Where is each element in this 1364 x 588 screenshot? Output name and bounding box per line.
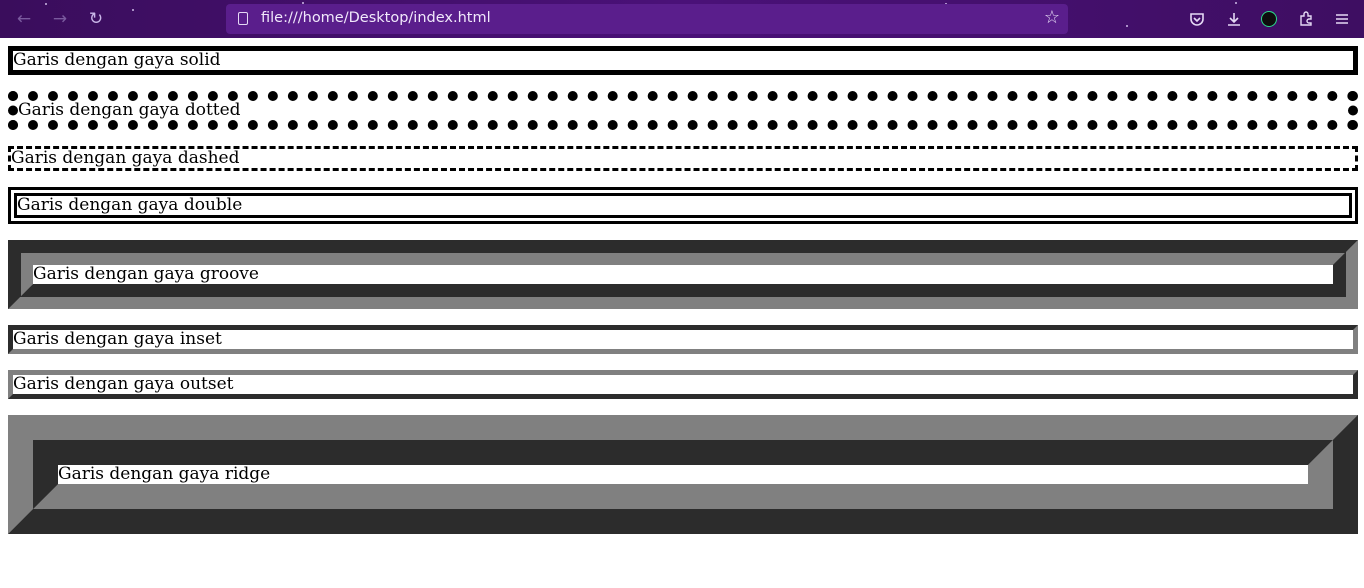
download-button[interactable] [1221, 6, 1247, 32]
extensions-button[interactable] [1293, 6, 1319, 32]
star-icon[interactable]: ☆ [1044, 7, 1060, 28]
double-border-line: Garis dengan gaya double [8, 187, 1358, 224]
forward-button[interactable]: → [47, 6, 73, 32]
dashed-border-line: Garis dengan gaya dashed [8, 146, 1358, 171]
extension-button[interactable] [1256, 6, 1282, 32]
outset-border-line: Garis dengan gaya outset [8, 370, 1358, 399]
groove-border-line: Garis dengan gaya groove [8, 240, 1358, 309]
extension-icon [1261, 11, 1277, 27]
download-icon [1228, 13, 1240, 26]
arrow-left-icon: ← [16, 9, 32, 29]
address-bar[interactable]: file:///home/Desktop/index.html ☆ [226, 4, 1068, 34]
back-button[interactable]: ← [11, 6, 37, 32]
page-icon [238, 12, 248, 25]
browser-toolbar: ← → ↻ file:///home/Desktop/index.html ☆ [0, 0, 1364, 38]
decorative-star [1126, 25, 1128, 27]
pocket-button[interactable] [1184, 6, 1210, 32]
reload-button[interactable]: ↻ [83, 6, 109, 32]
menu-button[interactable] [1329, 6, 1355, 32]
solid-border-line: Garis dengan gaya solid [8, 46, 1358, 75]
dotted-border-line: Garis dengan gaya dotted [8, 91, 1358, 130]
url-text[interactable]: file:///home/Desktop/index.html [261, 10, 491, 26]
ridge-border-line: Garis dengan gaya ridge [8, 415, 1358, 534]
decorative-star [45, 3, 47, 5]
arrow-right-icon: → [52, 9, 68, 29]
menu-icon [1336, 14, 1348, 24]
puzzle-icon [1300, 11, 1312, 26]
inset-border-line: Garis dengan gaya inset [8, 325, 1358, 354]
page-content: Garis dengan gaya solid Garis dengan gay… [8, 38, 1358, 534]
reload-icon: ↻ [88, 9, 104, 29]
decorative-star [132, 9, 134, 11]
pocket-icon [1190, 13, 1204, 26]
decorative-star [1235, 2, 1237, 4]
